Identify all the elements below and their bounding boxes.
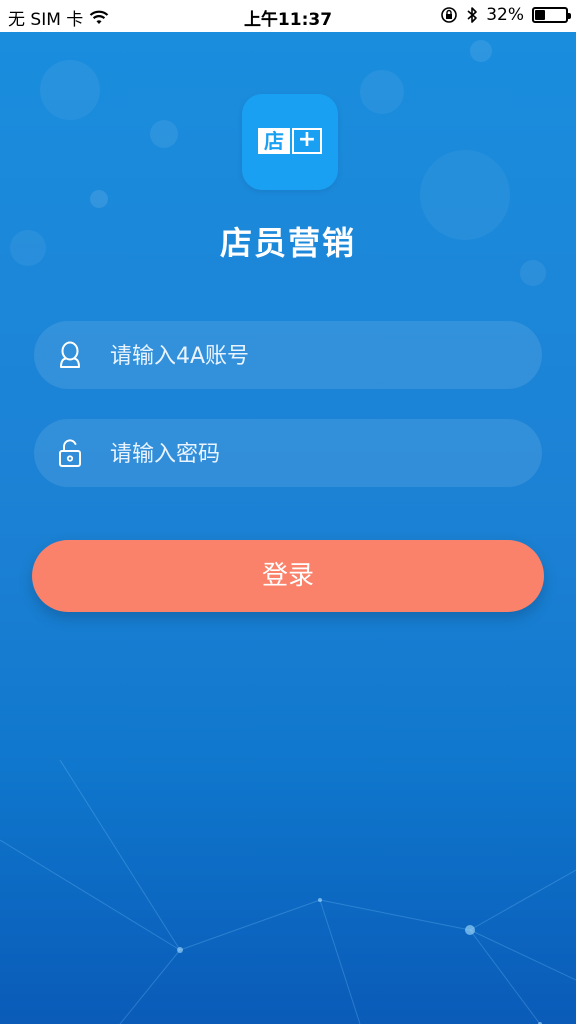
background-bokeh [40, 60, 100, 120]
rotation-lock-icon [441, 7, 458, 23]
background-bokeh [470, 40, 492, 62]
background-network-lines [0, 759, 576, 1024]
battery-cap [568, 13, 571, 19]
app-logo-char: 店 [258, 128, 290, 154]
battery-icon [532, 7, 571, 23]
app-logo-mark: 店 + [258, 128, 322, 154]
app-logo-plus: + [292, 128, 322, 154]
status-right: 32% [440, 5, 571, 25]
background-bokeh [90, 190, 108, 208]
status-bar: 无 SIM 卡 上午11:37 32% [0, 0, 576, 32]
unlock-icon [59, 439, 81, 467]
bluetooth-icon [467, 7, 478, 23]
app-title: 店员营销 [219, 224, 356, 262]
account-field[interactable] [34, 321, 542, 391]
login-screen: 无 SIM 卡 上午11:37 32% 店 + 店员营销 请输入4A账号 登录 [0, 0, 576, 1024]
background-bokeh [150, 120, 178, 148]
account-input[interactable] [108, 321, 532, 391]
password-input[interactable] [108, 419, 532, 489]
background-bokeh [360, 70, 404, 114]
password-field[interactable] [34, 419, 542, 489]
battery-fill [535, 10, 545, 20]
app-logo: 店 + [242, 94, 338, 190]
login-button[interactable]: 登录 [32, 540, 544, 612]
user-icon [60, 341, 80, 368]
battery-percent: 32% [486, 5, 524, 25]
